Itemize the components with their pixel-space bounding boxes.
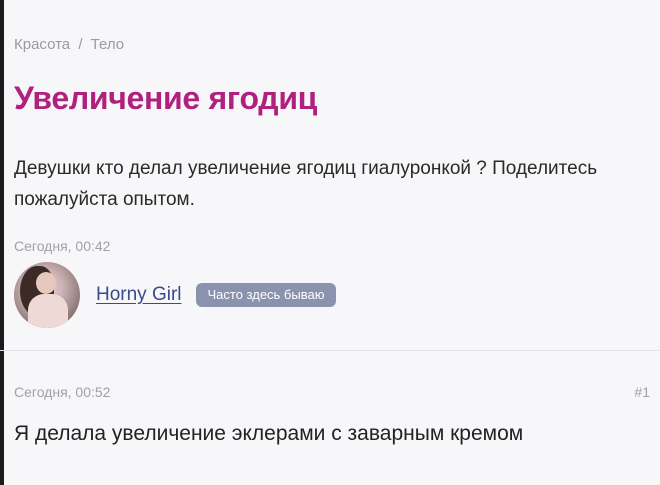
topic-timestamp: Сегодня, 00:42 — [14, 238, 111, 254]
author-row: Horny Girl Часто здесь бываю — [14, 258, 337, 332]
breadcrumb-category-link[interactable]: Красота — [14, 36, 70, 53]
topic-question-text: Девушки кто делал увеличение ягодиц гиал… — [14, 158, 598, 210]
author-status-badge: Часто здесь бываю — [195, 283, 337, 307]
reply-text: Я делала увеличение эклерами с заварным … — [14, 422, 524, 445]
author-name-link[interactable]: Horny Girl — [96, 284, 182, 306]
breadcrumb-subcategory-link[interactable]: Тело — [91, 36, 124, 53]
avatar-body-shape — [28, 294, 68, 328]
breadcrumb: Красота / Тело — [14, 36, 124, 53]
left-edge-strip — [0, 0, 4, 485]
author-avatar[interactable] — [14, 262, 80, 328]
topic-title: Увеличение ягодиц — [14, 80, 318, 116]
post-divider — [0, 350, 660, 351]
breadcrumb-separator: / — [78, 36, 83, 53]
reply-timestamp: Сегодня, 00:52 — [14, 384, 111, 400]
reply-number[interactable]: #1 — [634, 384, 650, 400]
avatar-face-shape — [36, 272, 56, 294]
